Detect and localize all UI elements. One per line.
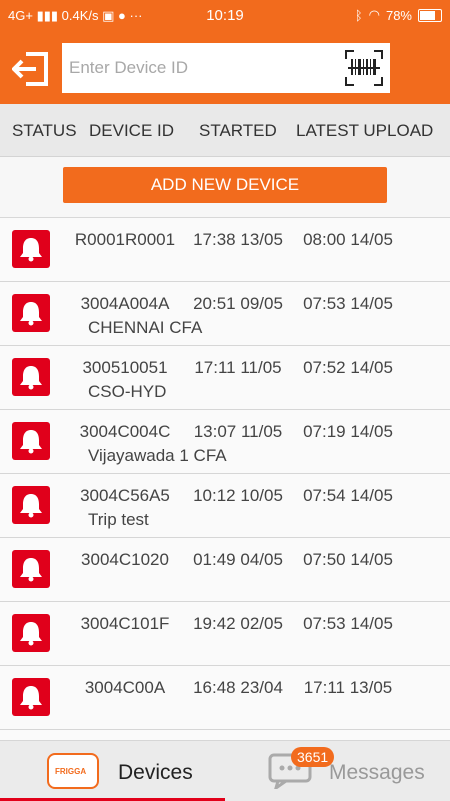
column-status: STATUS — [12, 121, 77, 140]
top-header — [0, 32, 450, 104]
list-item[interactable]: R5110005 20:47 06/05 07:23 14/05 — [0, 730, 450, 740]
tab-messages-label: Messages — [329, 761, 425, 784]
device-id-input[interactable] — [62, 43, 346, 93]
latest-upload-time: 07:53 14/05 — [303, 614, 393, 633]
bottom-tab-bar: FRIGGA Devices 3651 Messages — [0, 740, 450, 801]
alarm-bell-icon — [12, 614, 50, 652]
started-time: 17:11 11/05 — [194, 358, 282, 377]
started-time: 13:07 11/05 — [193, 422, 283, 441]
barcode-scan-button[interactable] — [344, 49, 384, 87]
latest-upload-time: 07:54 14/05 — [303, 486, 393, 505]
device-location: CSO-HYD — [88, 382, 167, 401]
exit-button[interactable] — [11, 50, 50, 88]
started-time: 20:51 09/05 — [193, 294, 283, 313]
bluetooth-icon: ᛒ — [354, 7, 363, 23]
alarm-bell-icon — [12, 230, 50, 268]
alarm-bell-icon — [12, 422, 50, 460]
list-item[interactable]: R0001R0001 17:38 13/05 08:00 14/05 — [0, 218, 450, 282]
tab-messages[interactable]: 3651 Messages — [225, 741, 450, 801]
column-started: STARTED — [199, 121, 277, 140]
device-search-box — [62, 43, 390, 93]
list-item[interactable]: 3004C00A 16:48 23/04 17:11 13/05 — [0, 666, 450, 730]
battery-percent: 78% — [385, 7, 412, 23]
latest-upload-time: 07:19 14/05 — [303, 422, 393, 441]
column-latest-upload: LATEST UPLOAD — [296, 121, 434, 140]
list-item[interactable]: 3004C004C 13:07 11/05 07:19 14/05 Vijayawad… — [0, 410, 450, 474]
wifi-icon: ◠ — [368, 7, 380, 22]
device-id: 3004A004A — [80, 294, 170, 313]
battery-icon — [418, 8, 442, 22]
list-item[interactable]: 3004A004A 20:51 09/05 07:53 14/05 CHENNAI C… — [0, 282, 450, 346]
tab-devices-label: Devices — [118, 761, 193, 784]
device-id: 3004C004C — [79, 422, 171, 441]
device-id: 300510051 — [82, 358, 168, 377]
latest-upload-time: 07:50 14/05 — [303, 550, 393, 569]
device-location: Trip test — [88, 510, 149, 529]
latest-upload-time: 17:11 13/05 — [303, 678, 393, 697]
list-item[interactable]: 300510051 17:11 11/05 07:52 14/05 CSO-HYD — [0, 346, 450, 410]
column-device-id: DEVICE ID — [89, 121, 175, 140]
latest-upload-time: 08:00 14/05 — [303, 230, 393, 249]
add-device-bar: ADD NEW DEVICE — [0, 157, 450, 218]
started-time: 17:38 13/05 — [193, 230, 283, 249]
list-item[interactable]: 3004C56A5 10:12 10/05 07:54 14/05 Trip test — [0, 474, 450, 538]
device-id: 3004C00A — [84, 678, 166, 697]
started-time: 01:49 04/05 — [193, 550, 283, 569]
column-header-row: STATUS DEVICE ID STARTED LATEST UPLOAD — [0, 104, 450, 157]
status-bar: 4G+ ▮▮▮ 0.4K/s ▣ ● ··· 10:19 ᛒ ◠ 78% — [0, 0, 450, 32]
device-list[interactable]: R0001R0001 17:38 13/05 08:00 14/05 3004A004… — [0, 218, 450, 740]
started-time: 16:48 23/04 — [193, 678, 283, 697]
device-id: R0001R0001 — [74, 230, 176, 249]
alarm-bell-icon — [12, 294, 50, 332]
alarm-bell-icon — [12, 358, 50, 396]
device-id: 3004C1020 — [81, 550, 169, 569]
list-item[interactable]: 3004C101F 19:42 02/05 07:53 14/05 — [0, 602, 450, 666]
started-time: 10:12 10/05 — [193, 486, 283, 505]
frigga-logo: FRIGGA — [47, 753, 99, 789]
barcode-scan-icon — [345, 50, 383, 86]
started-time: 19:42 02/05 — [193, 614, 283, 633]
latest-upload-time: 07:53 14/05 — [303, 294, 393, 313]
device-location: Vijayawada 1 CFA — [88, 446, 227, 465]
add-new-device-button[interactable]: ADD NEW DEVICE — [63, 167, 387, 203]
status-right: ᛒ ◠ 78% — [355, 7, 442, 23]
alarm-bell-icon — [12, 550, 50, 588]
alarm-bell-icon — [12, 486, 50, 524]
device-location: CHENNAI CFA — [88, 318, 203, 337]
tab-devices[interactable]: FRIGGA Devices — [0, 741, 225, 801]
device-id: 3004C56A5 — [80, 486, 170, 505]
exit-icon — [11, 52, 48, 86]
latest-upload-time: 07:52 14/05 — [303, 358, 393, 377]
list-item[interactable]: 3004C1020 01:49 04/05 07:50 14/05 — [0, 538, 450, 602]
alarm-bell-icon — [12, 678, 50, 716]
device-id: 3004C101F — [80, 614, 170, 633]
messages-count-badge: 3651 — [291, 747, 335, 767]
